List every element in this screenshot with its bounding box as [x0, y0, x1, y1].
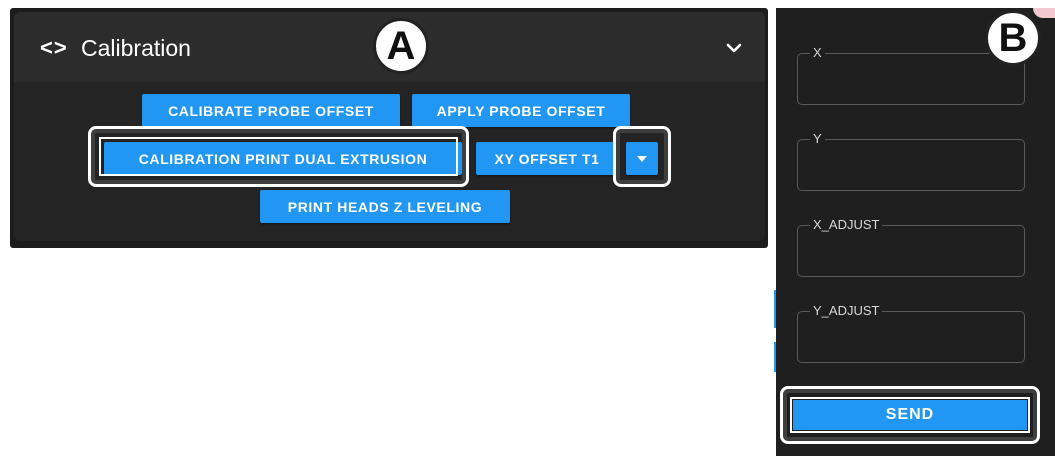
xy-offset-t1-button[interactable]: XY OFFSET T1 [476, 142, 618, 175]
caret-down-icon[interactable] [626, 142, 658, 175]
badge-a: A [373, 18, 429, 74]
x-adjust-field[interactable]: X_ADJUST [797, 217, 1025, 277]
y-adjust-field-label: Y_ADJUST [810, 303, 883, 319]
x-field-label: X [810, 45, 825, 61]
apply-probe-offset-button[interactable]: APPLY PROBE OFFSET [412, 94, 630, 127]
panel-title: Calibration [81, 35, 191, 61]
y-field[interactable]: Y [797, 131, 1025, 191]
chevron-down-icon[interactable] [725, 39, 743, 57]
corner-decoration [1033, 8, 1055, 18]
offset-form-panel: X Y X_ADJUST Y_ADJUST SEND [776, 8, 1055, 456]
y-field-label: Y [810, 131, 825, 147]
x-adjust-field-label: X_ADJUST [810, 217, 883, 233]
calibration-print-dual-extrusion-button[interactable]: CALIBRATION PRINT DUAL EXTRUSION [104, 142, 462, 175]
badge-b: B [985, 10, 1041, 66]
send-button[interactable]: SEND [793, 400, 1027, 430]
code-brackets-icon: <> [40, 35, 68, 60]
x-field[interactable]: X [797, 45, 1025, 105]
calibrate-probe-offset-button[interactable]: CALIBRATE PROBE OFFSET [142, 94, 400, 127]
print-heads-z-leveling-button[interactable]: PRINT HEADS Z LEVELING [260, 190, 510, 223]
y-adjust-field[interactable]: Y_ADJUST [797, 303, 1025, 363]
